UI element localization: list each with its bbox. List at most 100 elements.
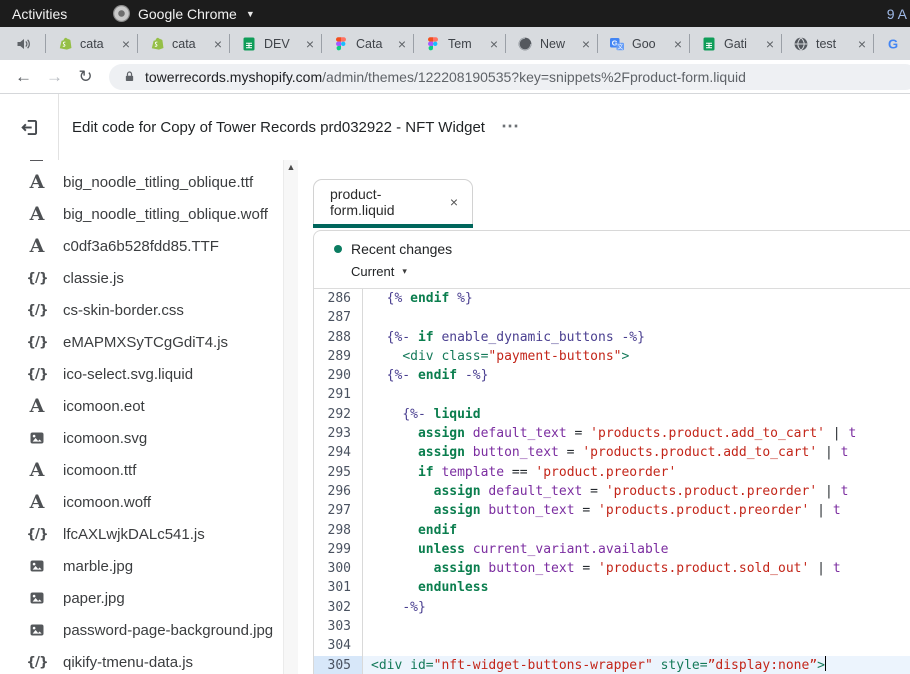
code-file-icon: {/} [26, 334, 48, 350]
file-list-item[interactable]: {/}ico-select.svg.liquid [0, 358, 282, 390]
tab-close-icon[interactable]: × [122, 37, 130, 51]
file-list-item[interactable]: Abig_noodle_titling_oblique.ttf [0, 166, 282, 198]
recent-changes-dot-icon [334, 245, 342, 253]
code-line: 298 endif [314, 521, 910, 540]
line-content [363, 617, 371, 636]
editor-file-tab[interactable]: product-form.liquid × [313, 179, 473, 224]
tab-close-icon[interactable]: × [766, 37, 774, 51]
tab-title: New [540, 37, 575, 51]
code-file-icon: {/} [26, 366, 48, 382]
file-name: lfcAXLwjkDALc541.js [63, 526, 205, 543]
code-line: 299 unless current_variant.available [314, 540, 910, 559]
browser-tab[interactable]: Tem× [414, 27, 506, 60]
file-list-item[interactable]: {/}cs-skin-border.css [0, 294, 282, 326]
line-number: 294 [314, 443, 363, 462]
svg-text:G: G [888, 36, 898, 51]
line-number: 296 [314, 482, 363, 501]
code-line: 305<div id="nft-widget-buttons-wrapper" … [314, 656, 910, 674]
page-title: Edit code for Copy of Tower Records prd0… [72, 119, 485, 136]
browser-tab[interactable]: G [874, 27, 910, 60]
editor-panel: Recent changes Current ▾ 286 {% endif %}… [313, 230, 910, 674]
browser-tab[interactable]: test× [782, 27, 874, 60]
browser-tab[interactable]: Gati× [690, 27, 782, 60]
more-options-button[interactable]: ⋯ [501, 123, 521, 130]
tab-close-icon[interactable]: × [858, 37, 866, 51]
browser-toolbar: ← → ↻ towerrecords.myshopify.com/admin/t… [0, 60, 910, 94]
translate-icon: G文 [609, 36, 625, 52]
shopify-icon [57, 36, 73, 52]
scroll-up-icon[interactable]: ▲ [287, 163, 296, 172]
line-content: assign button_text = 'products.product.p… [363, 501, 841, 520]
line-number: 293 [314, 424, 363, 443]
tab-close-icon[interactable]: × [582, 37, 590, 51]
browser-tab[interactable]: cata× [46, 27, 138, 60]
file-list-item[interactable]: {/}eMAPMXSyTCgGdiT4.js [0, 326, 282, 358]
file-list-item[interactable]: Ac0df3a6b528fdd85.TTF [0, 230, 282, 262]
line-content: {% endif %} [363, 289, 473, 308]
file-list-item[interactable]: Aicomoon.ttf [0, 454, 282, 486]
file-list-item[interactable]: paper.jpg [0, 582, 282, 614]
active-tab-underline [313, 224, 473, 228]
file-list: Abig_noodle_titling_oblique.ttfAbig_nood… [0, 160, 282, 674]
speaker-icon [0, 27, 46, 60]
file-name: classie.js [63, 270, 124, 287]
file-list-item[interactable]: {/}qikify-tmenu-data.js [0, 646, 282, 674]
tab-close-icon[interactable]: × [306, 37, 314, 51]
code-line: 292 {%- liquid [314, 405, 910, 424]
font-file-icon: A [26, 397, 48, 416]
file-list-item[interactable]: icomoon.svg [0, 422, 282, 454]
browser-tab[interactable]: cata × [138, 27, 230, 60]
code-line: 295 if template == 'product.preorder' [314, 463, 910, 482]
line-content: -%} [363, 598, 426, 617]
app-menu[interactable]: Google Chrome ▼ [113, 5, 255, 22]
line-content: assign default_text = 'products.product.… [363, 482, 848, 501]
shopify-icon [149, 36, 165, 52]
file-list-item[interactable]: password-page-background.jpg [0, 614, 282, 646]
file-list-item[interactable]: {/}lfcAXLwjkDALc541.js [0, 518, 282, 550]
address-bar[interactable]: towerrecords.myshopify.com/admin/themes/… [109, 64, 910, 90]
exit-button[interactable] [0, 94, 59, 160]
font-file-icon: A [26, 173, 48, 192]
activities-button[interactable]: Activities [12, 6, 67, 22]
file-list-item[interactable]: Aicomoon.woff [0, 486, 282, 518]
line-number: 298 [314, 521, 363, 540]
browser-tab[interactable]: Cata × [322, 27, 414, 60]
line-content: <div class="payment-buttons"> [363, 347, 629, 366]
file-list-item[interactable]: {/}classie.js [0, 262, 282, 294]
line-number: 301 [314, 578, 363, 597]
globe-icon [793, 36, 809, 52]
file-name: qikify-tmenu-data.js [63, 654, 193, 671]
code-editor-pane: product-form.liquid × Recent changes Cur… [298, 160, 910, 674]
tab-close-icon[interactable]: × [490, 37, 498, 51]
version-dropdown[interactable]: Current ▾ [351, 264, 910, 279]
sidebar-scrollbar[interactable]: ▲ [283, 160, 298, 674]
image-file-icon [26, 622, 48, 638]
tab-title: cata [172, 37, 207, 51]
line-content: assign button_text = 'products.product.s… [363, 559, 841, 578]
tab-close-icon[interactable]: × [674, 37, 682, 51]
line-content: endif [363, 521, 457, 540]
code-area[interactable]: 286 {% endif %}287288 {%- if enable_dyna… [314, 289, 910, 674]
forward-button[interactable]: → [39, 68, 70, 85]
browser-tab[interactable]: DEV× [230, 27, 322, 60]
file-list-item[interactable]: Aicomoon.eot [0, 390, 282, 422]
browser-tab[interactable]: G文Goo× [598, 27, 690, 60]
tab-title: Cata [356, 37, 391, 51]
lock-icon [123, 70, 136, 83]
tab-close-icon[interactable]: × [214, 37, 222, 51]
line-content: endunless [363, 578, 488, 597]
font-file-icon: A [26, 493, 48, 512]
url-text: towerrecords.myshopify.com/admin/themes/… [145, 69, 746, 85]
line-number: 289 [314, 347, 363, 366]
screen: Activities Google Chrome ▼ 9 A cata×cata… [0, 0, 910, 674]
reload-button[interactable]: ↻ [70, 68, 101, 85]
tab-close-icon[interactable]: × [398, 37, 406, 51]
sheets-icon [241, 36, 257, 52]
file-list-item[interactable]: Abig_noodle_titling_oblique.woff [0, 198, 282, 230]
dark-globe-icon [517, 36, 533, 52]
file-name: c0df3a6b528fdd85.TTF [63, 238, 219, 255]
file-list-item[interactable]: marble.jpg [0, 550, 282, 582]
editor-tab-close-icon[interactable]: × [450, 195, 458, 209]
back-button[interactable]: ← [8, 68, 39, 85]
browser-tab[interactable]: New × [506, 27, 598, 60]
